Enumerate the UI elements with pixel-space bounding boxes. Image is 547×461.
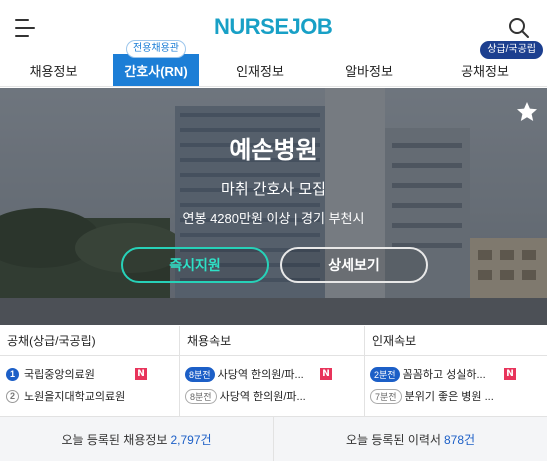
main-nav: 채용정보 전용채용관 간호사(RN) 인재정보 알바정보 상급/국공립 공채정보	[0, 40, 547, 87]
tab-badge-exclusive: 전용채용관	[126, 40, 186, 58]
column-title[interactable]: 채용속보	[180, 326, 364, 356]
list-item[interactable]: 2분전 꼼꼼하고 성실하...	[365, 364, 486, 384]
list-item-text: 노원을지대학교의료원	[24, 391, 126, 403]
job-news-column: 채용속보 8분전 사당역 한의원/파... N 8분전 사당역 한의원/파...	[180, 326, 365, 416]
job-info: 연봉 4280만원 이상 | 경기 부천시	[182, 211, 365, 226]
star-icon[interactable]	[515, 100, 539, 124]
tab-label: 인재정보	[236, 63, 284, 79]
quick-news-columns: 공채(상급/국공립) 1 국립중앙의료원 N 2 노원을지대학교의료원 채용속보…	[0, 326, 547, 416]
time-badge: 8분전	[185, 388, 217, 404]
talent-news-column: 인재속보 2분전 꼼꼼하고 성실하... N 7분전 분위기 좋은 병원 ...	[365, 326, 547, 416]
tab-label: 간호사(RN)	[124, 63, 188, 79]
new-badge: N	[320, 368, 332, 380]
public-hiring-column: 공채(상급/국공립) 1 국립중앙의료원 N 2 노원을지대학교의료원	[0, 326, 180, 416]
tab-label: 공채정보	[461, 63, 509, 79]
stat-count: 878건	[443, 432, 476, 447]
list-item-text: 국립중앙의료원	[24, 369, 95, 381]
hero-banner[interactable]: 예손병원 마취 간호사 모집 연봉 4280만원 이상 | 경기 부천시 즉시지…	[0, 88, 547, 325]
list-item-text: 사당역 한의원/파...	[219, 391, 306, 403]
list-item[interactable]: 7분전 분위기 좋은 병원 ...	[365, 386, 494, 406]
logo[interactable]: NURSEJOB	[214, 13, 333, 41]
stat-count: 2,797건	[170, 432, 212, 447]
header: NURSEJOB	[0, 0, 547, 54]
tab-badge-public: 상급/국공립	[480, 41, 543, 59]
new-badge: N	[504, 368, 516, 380]
tab-nurse-rn[interactable]: 전용채용관 간호사(RN)	[113, 40, 199, 86]
daily-stats: 오늘 등록된 채용정보 2,797건 오늘 등록된 이력서 878건	[0, 416, 547, 461]
list-item[interactable]: 1 국립중앙의료원	[0, 364, 95, 384]
job-title: 마취 간호사 모집	[221, 181, 326, 198]
tab-part-time[interactable]: 알바정보	[315, 54, 423, 86]
rank-badge: 2	[6, 389, 19, 403]
list-item-text: 사당역 한의원/파...	[217, 369, 304, 381]
tab-jobs[interactable]: 채용정보	[0, 54, 107, 86]
tab-public-hiring[interactable]: 상급/국공립 공채정보	[423, 41, 547, 86]
column-title[interactable]: 인재속보	[365, 326, 547, 356]
list-item-text: 꼼꼼하고 성실하...	[402, 369, 486, 381]
tab-label: 채용정보	[29, 63, 78, 79]
rank-badge: 1	[6, 367, 19, 381]
new-badge: N	[135, 368, 147, 380]
list-item[interactable]: 8분전 사당역 한의원/파...	[180, 364, 304, 384]
time-badge: 2분전	[370, 366, 400, 382]
stat-label: 오늘 등록된 이력서	[345, 432, 441, 447]
jobs-today-stat[interactable]: 오늘 등록된 채용정보 2,797건	[0, 417, 274, 461]
apply-now-button[interactable]: 즉시지원	[121, 247, 269, 283]
logo-text: NURSEJOB	[214, 14, 333, 39]
tab-label: 알바정보	[345, 63, 393, 79]
list-item[interactable]: 2 노원을지대학교의료원	[0, 386, 125, 406]
hospital-name: 예손병원	[229, 137, 318, 164]
list-item[interactable]: 8분전 사당역 한의원/파...	[180, 386, 306, 406]
list-item-text: 분위기 좋은 병원 ...	[404, 391, 494, 403]
tab-talent[interactable]: 인재정보	[205, 54, 315, 86]
menu-icon[interactable]	[15, 18, 35, 38]
search-icon[interactable]	[508, 17, 530, 39]
view-detail-button[interactable]: 상세보기	[280, 247, 428, 283]
resumes-today-stat[interactable]: 오늘 등록된 이력서 878건	[274, 417, 547, 461]
column-title[interactable]: 공채(상급/국공립)	[0, 326, 179, 356]
hero-overlay	[0, 88, 547, 325]
time-badge: 7분전	[370, 388, 402, 404]
time-badge: 8분전	[185, 366, 215, 382]
stat-label: 오늘 등록된 채용정보	[61, 432, 168, 447]
